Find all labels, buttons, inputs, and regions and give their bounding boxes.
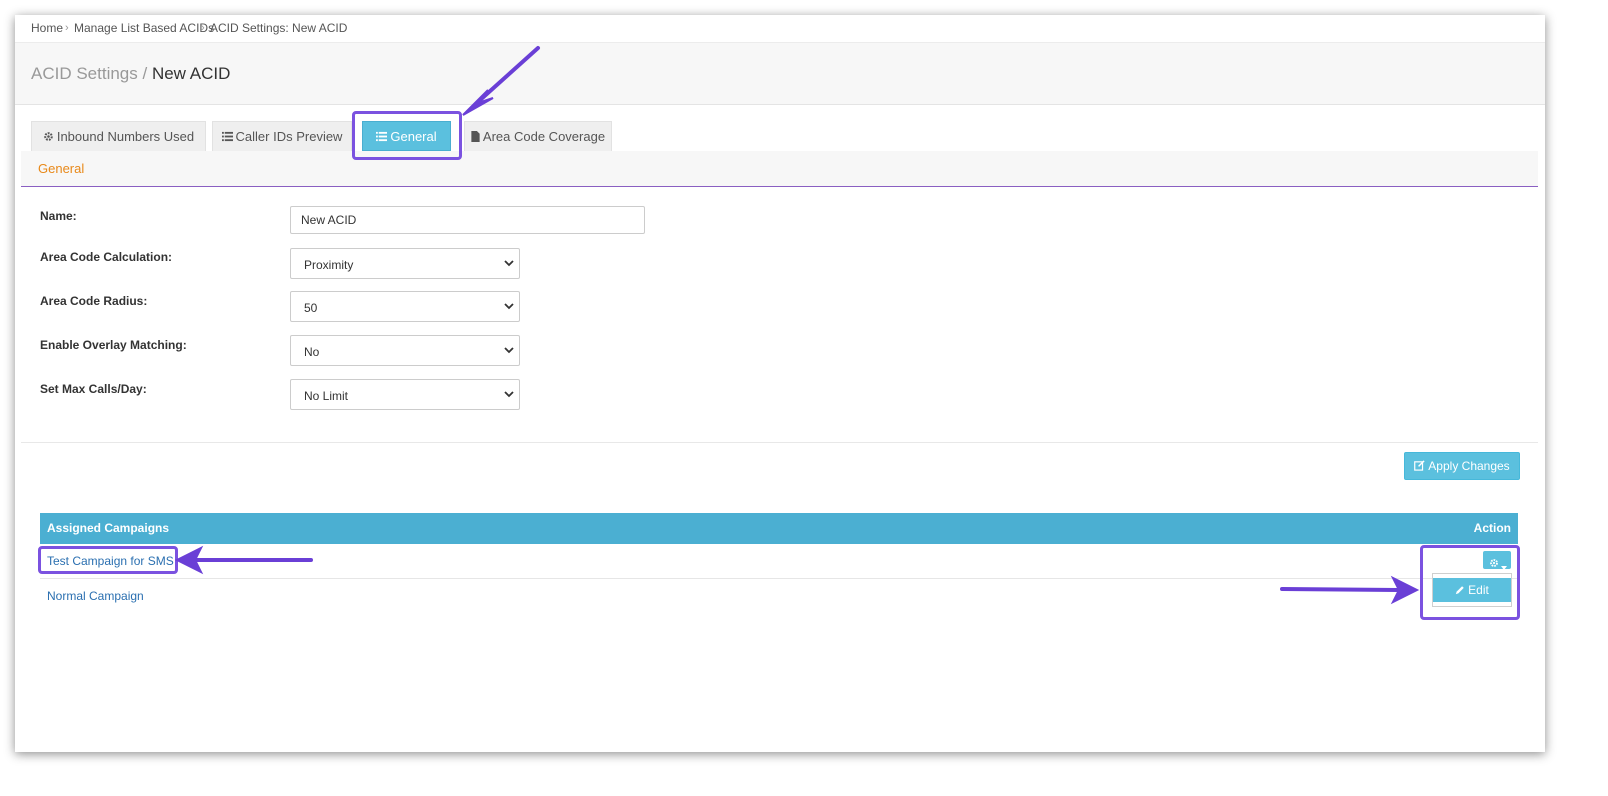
chevron-down-icon — [504, 388, 514, 400]
campaigns-table-header: Assigned Campaigns Action — [40, 513, 1518, 544]
breadcrumb-separator: › — [65, 22, 69, 34]
set-max-calls-day-label: Set Max Calls/Day: — [40, 382, 147, 396]
edit-label: Edit — [1468, 583, 1489, 597]
breadcrumb: Home › Manage List Based ACIDs › ACID Se… — [15, 15, 1545, 43]
chevron-down-icon — [504, 344, 514, 356]
page-title: ACID Settings / New ACID — [31, 64, 230, 84]
divider — [21, 442, 1538, 443]
gear-icon — [43, 123, 54, 153]
select-value: No — [304, 345, 320, 359]
area-code-calculation-label: Area Code Calculation: — [40, 250, 173, 264]
edit-menu-item[interactable]: Edit — [1433, 578, 1511, 602]
page-header: ACID Settings / New ACID — [15, 43, 1545, 105]
page-title-name: New ACID — [151, 64, 231, 83]
tab-label: Caller IDs Preview — [235, 129, 343, 144]
action-dropdown-menu: Edit — [1432, 573, 1512, 607]
table-row: Normal Campaign — [40, 579, 1518, 613]
tab-general[interactable]: General — [362, 121, 451, 151]
list-icon — [376, 123, 388, 153]
enable-overlay-matching-label: Enable Overlay Matching: — [40, 338, 187, 352]
column-header-campaigns: Assigned Campaigns — [47, 521, 170, 535]
name-label: Name: — [40, 209, 77, 223]
select-value: Proximity — [304, 258, 354, 272]
breadcrumb-current: ACID Settings: New ACID — [210, 21, 348, 35]
app-window: Home › Manage List Based ACIDs › ACID Se… — [15, 15, 1545, 752]
section-title: General — [38, 161, 85, 176]
column-header-action: Action — [1473, 521, 1511, 535]
select-value: No Limit — [304, 389, 349, 403]
pencil-icon — [1455, 579, 1465, 603]
tab-inbound-numbers-used[interactable]: Inbound Numbers Used — [31, 121, 206, 151]
area-code-radius-label: Area Code Radius: — [40, 294, 148, 308]
page-title-section: ACID Settings / — [31, 64, 148, 83]
area-code-calculation-select[interactable]: Proximity — [290, 248, 520, 279]
breadcrumb-separator: › — [201, 22, 205, 34]
set-max-calls-day-select[interactable]: No Limit — [290, 379, 520, 410]
name-input[interactable] — [290, 206, 645, 234]
tab-area-code-coverage[interactable]: Area Code Coverage — [464, 121, 612, 151]
chevron-down-icon — [504, 257, 514, 269]
chevron-down-icon — [504, 300, 514, 312]
breadcrumb-home[interactable]: Home — [31, 15, 63, 42]
breadcrumb-manage-acids[interactable]: Manage List Based ACIDs — [74, 15, 214, 42]
list-icon — [221, 123, 233, 153]
edit-icon — [1414, 454, 1425, 480]
table-row: Test Campaign for SMS — [40, 544, 1518, 579]
tab-label: Inbound Numbers Used — [56, 129, 195, 144]
apply-changes-label: Apply Changes — [1428, 459, 1510, 473]
select-value: 50 — [304, 301, 318, 315]
file-icon — [471, 123, 480, 153]
action-menu-button[interactable] — [1483, 551, 1511, 570]
section-header: General — [21, 151, 1538, 187]
campaign-link[interactable]: Normal Campaign — [47, 589, 144, 603]
enable-overlay-matching-select[interactable]: No — [290, 335, 520, 366]
tab-label: Area Code Coverage — [482, 129, 606, 144]
apply-changes-button[interactable]: Apply Changes — [1404, 452, 1520, 480]
gear-icon — [1489, 555, 1499, 573]
campaign-link[interactable]: Test Campaign for SMS — [47, 554, 174, 568]
tab-caller-ids-preview[interactable]: Caller IDs Preview — [212, 121, 352, 151]
tab-label: General — [390, 129, 437, 144]
area-code-radius-select[interactable]: 50 — [290, 291, 520, 322]
